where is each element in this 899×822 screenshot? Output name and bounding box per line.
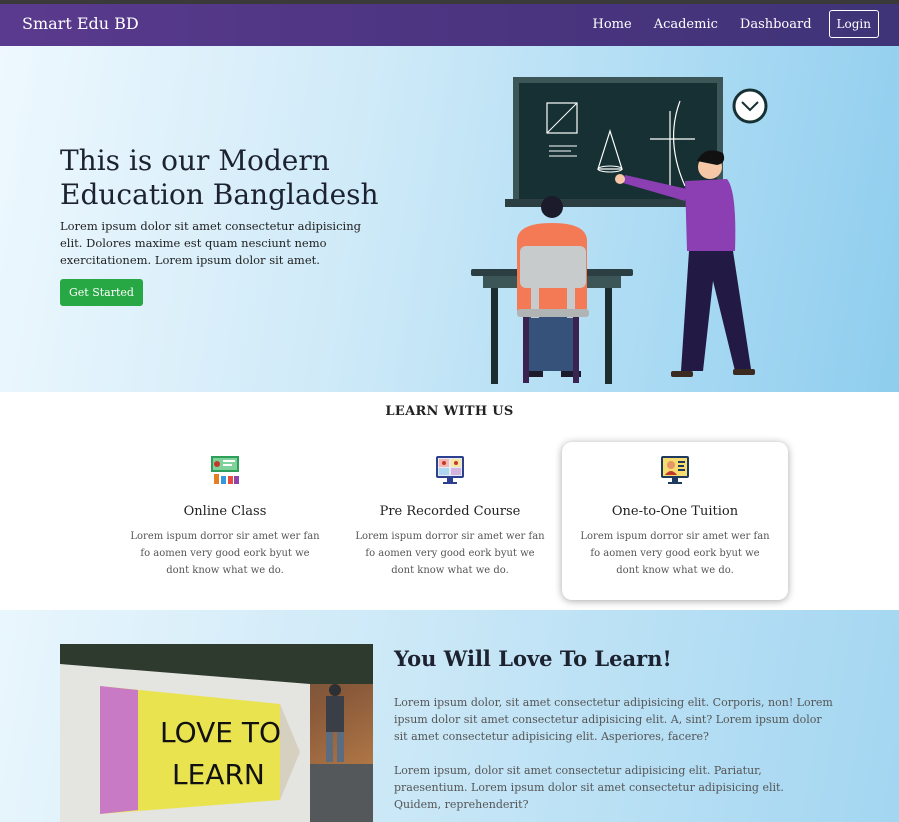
sign-line-1: LOVE TO (160, 716, 281, 749)
card-title: Online Class (183, 504, 267, 519)
nav-link-home[interactable]: Home (593, 17, 632, 32)
card-title: Pre Recorded Course (379, 504, 521, 519)
card-text: Lorem ispum dorror sir amet wer fan fo a… (130, 531, 320, 576)
card-title: One-to-One Tuition (611, 504, 739, 519)
card-text: Lorem ispum dorror sir amet wer fan fo a… (580, 531, 770, 576)
get-started-button[interactable]: Get Started (60, 279, 143, 306)
love-to-learn-photo: LOVE TO LEARN (60, 644, 373, 822)
nav-link-dashboard[interactable]: Dashboard (740, 17, 812, 32)
navbar: Smart Edu BD Home Academic Dashboard Log… (0, 4, 899, 46)
card-online-class[interactable]: Online Class Lorem ispum dorror sir amet… (112, 442, 338, 600)
tutor-screen-icon (661, 456, 689, 484)
love-paragraph-1: Lorem ipsum dolor, sit amet consectetur … (394, 696, 833, 743)
classroom-icon (211, 456, 239, 484)
learn-heading: LEARN WITH US (385, 404, 514, 419)
hero-section: This is our Modern Education Bangladesh … (0, 46, 899, 392)
hero-title: This is our Modern Education Bangladesh (60, 144, 379, 211)
learn-section: LEARN WITH US Online Class Lorem ispum d… (0, 392, 899, 610)
login-button[interactable]: Login (828, 10, 879, 38)
love-title: You Will Love To Learn! (394, 646, 672, 671)
card-one-to-one-tuition[interactable]: One-to-One Tuition Lorem ispum dorror si… (562, 442, 788, 600)
sign-line-2: LEARN (172, 758, 265, 791)
brand-logo[interactable]: Smart Edu BD (22, 14, 139, 33)
nav-link-academic[interactable]: Academic (654, 17, 718, 32)
nav-links: Home Academic Dashboard Login (571, 10, 879, 38)
card-text: Lorem ispum dorror sir amet wer fan fo a… (355, 531, 545, 576)
love-section: LOVE TO LEARN You Will Love To Learn! Lo… (0, 610, 899, 822)
hero-text: Lorem ipsum dolor sit amet consectetur a… (60, 219, 361, 267)
love-paragraph-2: Lorem ipsum, dolor sit amet consectetur … (394, 764, 784, 811)
classroom-illustration (471, 77, 768, 384)
card-pre-recorded-course[interactable]: Pre Recorded Course Lorem ispum dorror s… (337, 442, 563, 600)
video-course-icon (436, 456, 464, 484)
